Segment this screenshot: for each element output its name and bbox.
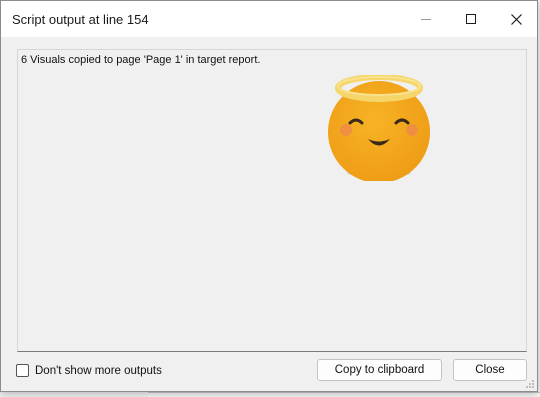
minimize-icon [421, 18, 431, 20]
maximize-icon [466, 14, 476, 24]
copy-to-clipboard-button[interactable]: Copy to clipboard [317, 359, 442, 381]
output-message: 6 Visuals copied to page 'Page 1' in tar… [21, 54, 261, 66]
dont-show-outputs-checkbox-row[interactable]: Don't show more outputs [16, 364, 162, 377]
dont-show-outputs-checkbox[interactable] [16, 364, 29, 377]
dialog-title: Script output at line 154 [12, 12, 149, 27]
close-window-button[interactable] [493, 1, 539, 37]
minimize-button[interactable] [403, 1, 449, 37]
close-icon [510, 13, 522, 25]
background-bottom-strip [148, 392, 540, 397]
resize-grip-icon[interactable] [525, 379, 535, 389]
output-text-area[interactable]: 6 Visuals copied to page 'Page 1' in tar… [17, 49, 527, 352]
close-button[interactable]: Close [453, 359, 527, 381]
angel-smiley-icon [328, 75, 430, 181]
dont-show-outputs-label[interactable]: Don't show more outputs [35, 365, 162, 377]
maximize-button[interactable] [448, 1, 494, 37]
script-output-dialog: Script output at line 154 6 Visuals copi… [0, 0, 538, 392]
title-bar[interactable]: Script output at line 154 [1, 1, 537, 37]
